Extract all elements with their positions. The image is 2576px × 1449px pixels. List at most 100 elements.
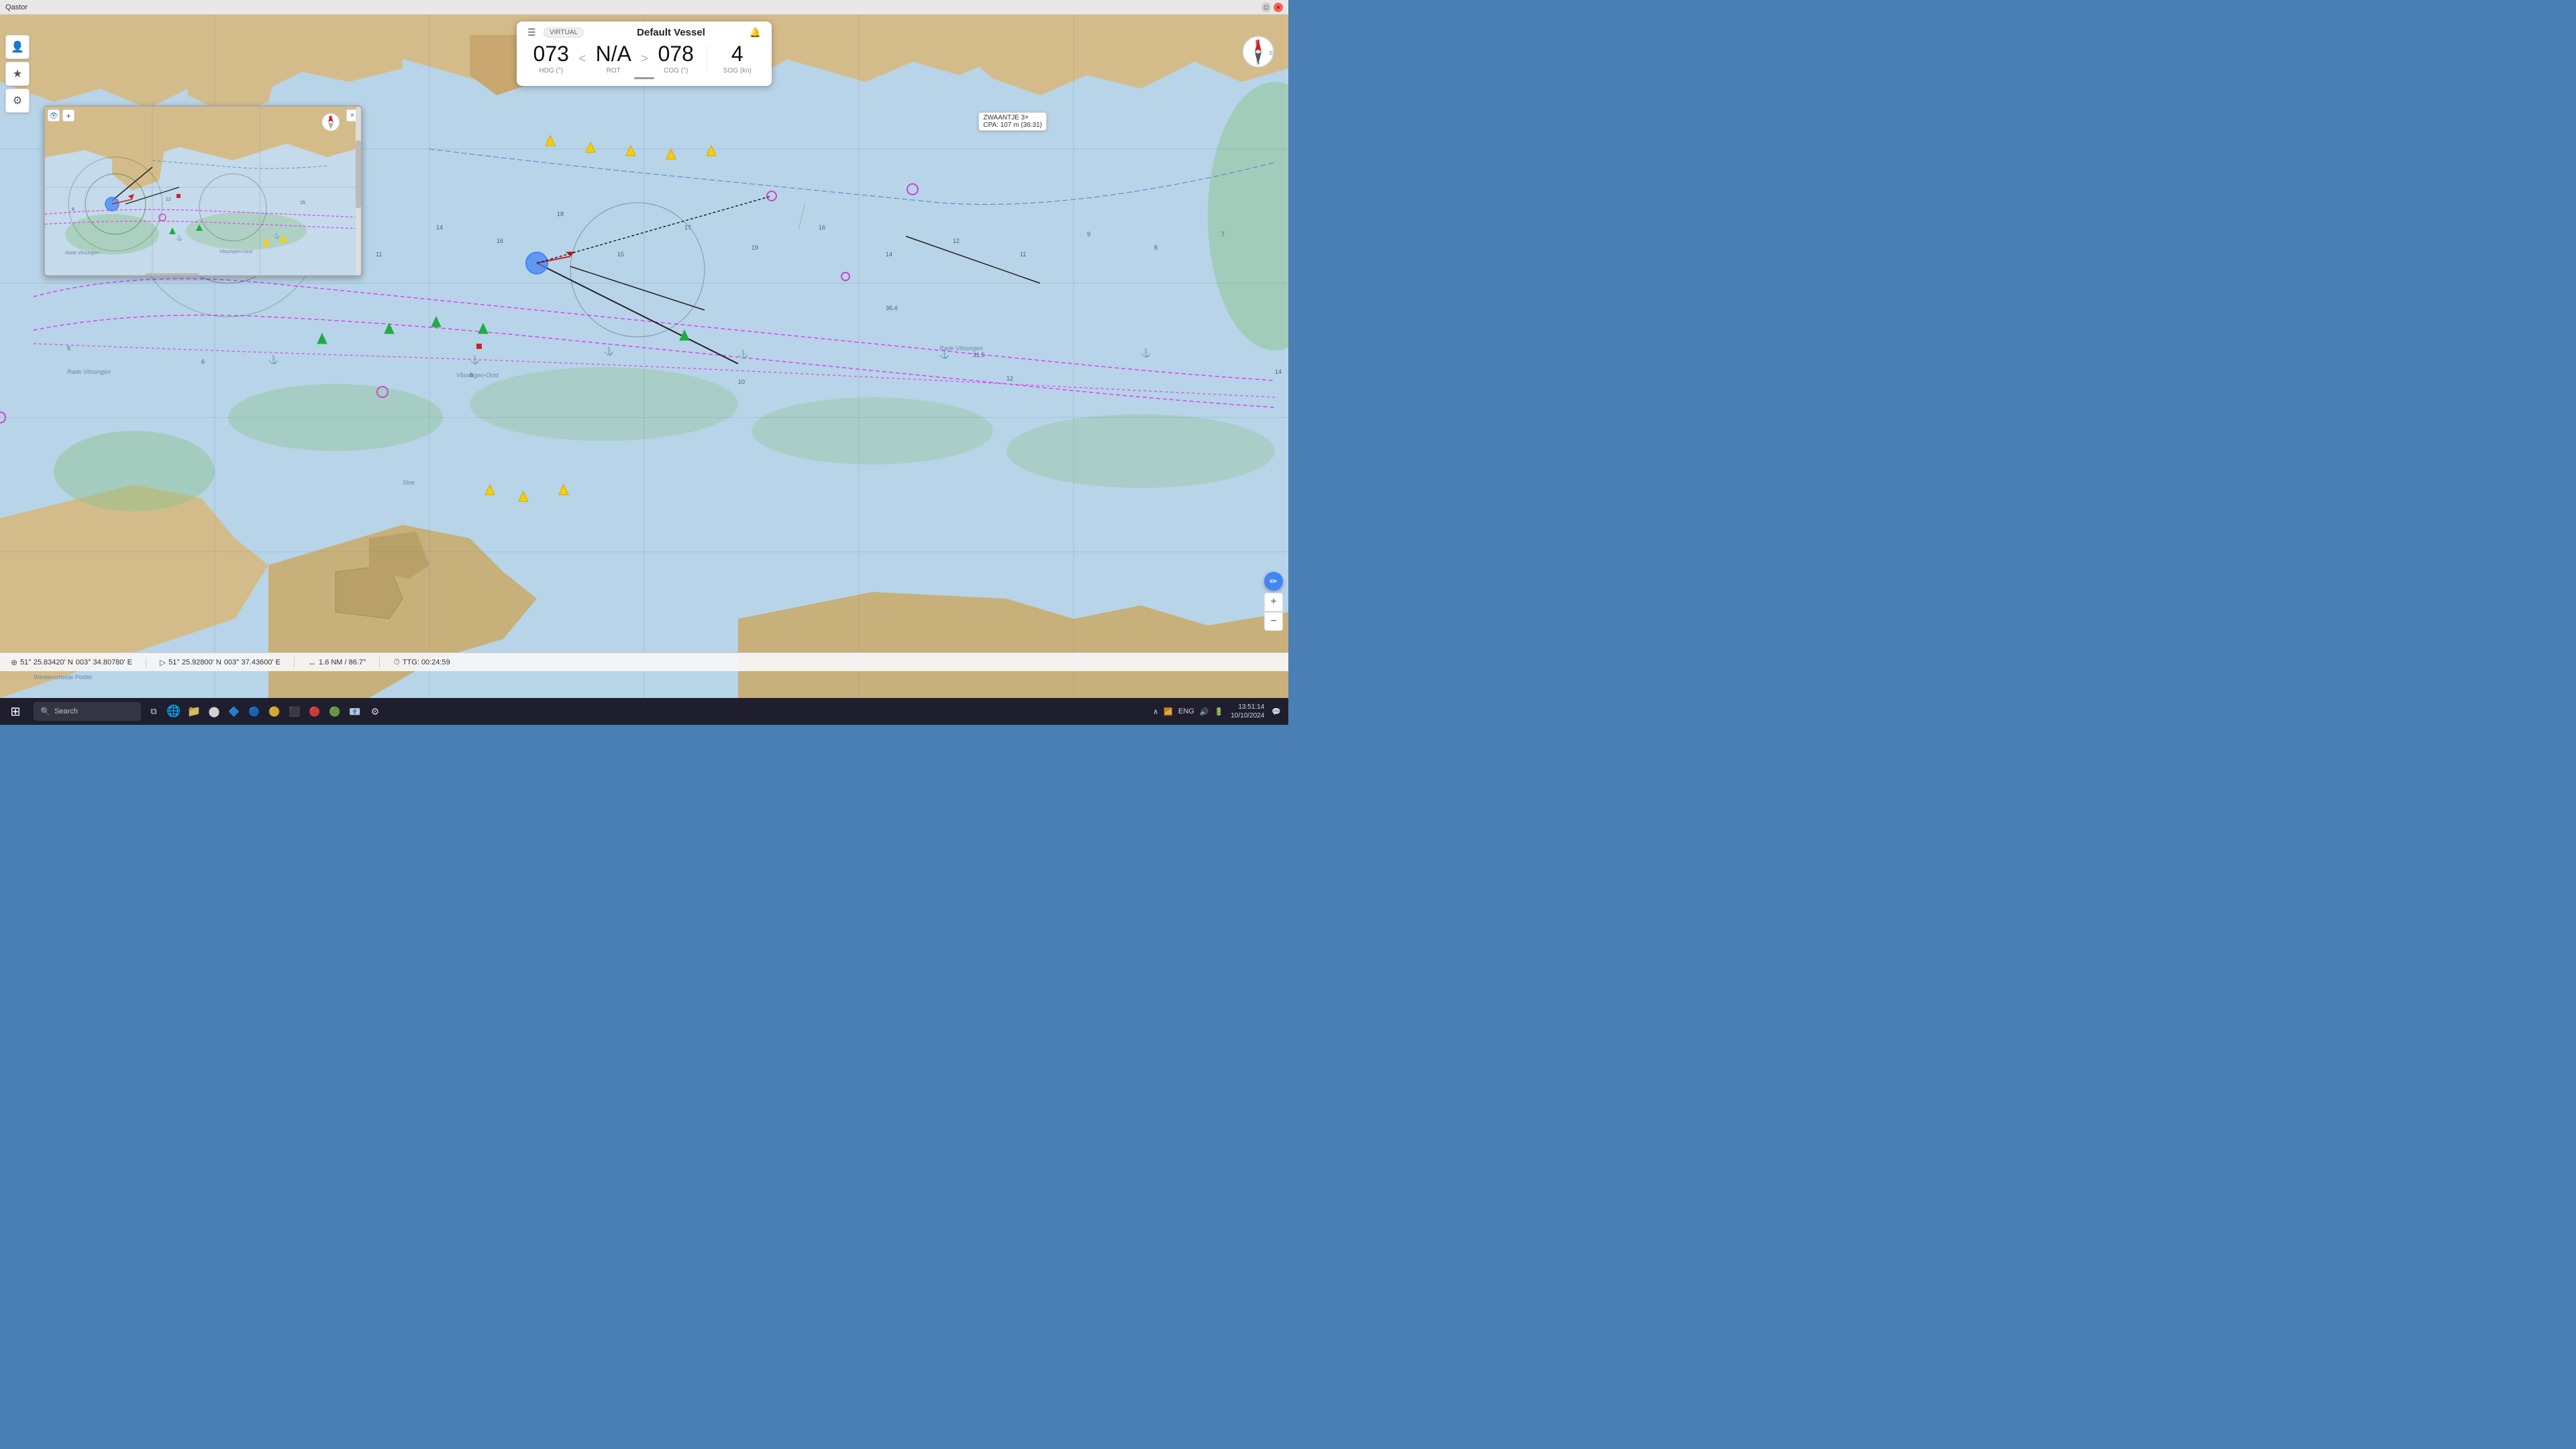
star-icon: ★ xyxy=(13,67,22,81)
status-divider2 xyxy=(294,657,295,668)
svg-text:5: 5 xyxy=(67,345,70,352)
search-icon: 🔍 xyxy=(40,707,50,716)
svg-text:15: 15 xyxy=(300,201,305,205)
left-scrollbar[interactable] xyxy=(0,15,5,698)
svg-text:E: E xyxy=(1270,50,1273,56)
svg-text:15: 15 xyxy=(617,251,624,258)
start-button[interactable]: ⊞ xyxy=(0,698,31,725)
svg-text:Rade Vlissingen: Rade Vlissingen xyxy=(67,368,111,375)
chrome-icon[interactable]: ⬤ xyxy=(204,698,224,725)
explorer-icon[interactable]: 📁 xyxy=(184,698,204,725)
status-divider3 xyxy=(379,657,380,668)
hdg-label: HDG (°) xyxy=(527,67,575,74)
svg-text:N: N xyxy=(329,116,332,121)
rot-value: N/A xyxy=(590,42,637,66)
zoom-controls: + − xyxy=(1264,593,1283,631)
taskbar-right: ∧ 📶 ENG 🔊 🔋 13:51:14 10/10/2024 💬 xyxy=(1145,703,1288,720)
rot-label: ROT xyxy=(590,67,637,74)
mini-map[interactable]: Rade Vlissingen Vlissingen-Oost ⚓ ⚓ 8 12… xyxy=(44,105,362,277)
vessel-indicator xyxy=(527,77,761,79)
svg-text:Rade Vlissingen: Rade Vlissingen xyxy=(65,251,99,256)
title-bar: Qastor □ × xyxy=(0,0,1288,15)
svg-text:36.4: 36.4 xyxy=(886,305,898,311)
svg-text:8: 8 xyxy=(470,372,473,379)
profile-button[interactable]: 👤 xyxy=(5,35,30,59)
settings-button[interactable]: ⚙ xyxy=(5,89,30,113)
zoom-in-button[interactable]: + xyxy=(1264,593,1283,611)
pos2-lon: 003° 37.43600' E xyxy=(224,658,280,666)
ttg-item: ⏱ TTG: 00:24:59 xyxy=(393,657,450,667)
app8-icon[interactable]: ⚙ xyxy=(365,698,385,725)
bell-icon[interactable]: 🔔 xyxy=(750,27,761,38)
taskbar-search[interactable]: 🔍 Search xyxy=(34,702,141,721)
position2-item: ▷ 51° 25.92800' N 003° 37.43600' E xyxy=(160,658,280,667)
mini-north-compass: N xyxy=(321,112,341,132)
taskview-icon[interactable]: ⧉ xyxy=(144,698,164,725)
app6-icon[interactable]: 🟢 xyxy=(325,698,345,725)
maximize-button[interactable]: □ xyxy=(1261,3,1271,12)
svg-text:12: 12 xyxy=(166,197,171,202)
lang-label[interactable]: ENG xyxy=(1176,707,1196,715)
vessel-title: Default Vessel xyxy=(581,27,761,38)
svg-text:⚓: ⚓ xyxy=(176,234,183,241)
app3-icon[interactable]: 🟡 xyxy=(264,698,285,725)
mini-map-scrollbar[interactable] xyxy=(356,107,361,275)
north-compass: N W E S xyxy=(1241,35,1275,75)
svg-text:12: 12 xyxy=(1007,375,1013,382)
cog-label: COG (°) xyxy=(652,67,700,74)
person-icon: 👤 xyxy=(11,40,24,54)
map-area[interactable]: ⚓ ⚓ ⚓ ⚓ ⚓ ⚓ 8 10 12 7 9 11 14 16 18 15 1… xyxy=(0,15,1288,698)
windows-icon: ⊞ xyxy=(10,705,20,719)
clock-time: 13:51:14 xyxy=(1231,703,1264,711)
target-icon: ▷ xyxy=(160,658,166,667)
svg-text:S: S xyxy=(1256,60,1259,66)
app4-icon[interactable]: ⬛ xyxy=(285,698,305,725)
notification-icon[interactable]: 💬 xyxy=(1270,707,1283,716)
svg-text:12: 12 xyxy=(953,238,960,244)
zoom-out-button[interactable]: − xyxy=(1264,612,1283,631)
svg-text:⚓: ⚓ xyxy=(604,346,614,356)
taskbar-clock[interactable]: 13:51:14 10/10/2024 xyxy=(1227,703,1268,720)
svg-text:9: 9 xyxy=(1087,231,1090,238)
sog-label: SOG (kn) xyxy=(714,67,762,74)
cog-stat: 078 COG (°) xyxy=(652,42,700,74)
status-bar: ⊕ 51° 25.83420' N 003° 34.80780' E ▷ 51°… xyxy=(0,652,1288,671)
ttg-icon: ⏱ xyxy=(393,657,399,667)
mini-map-zoom-button[interactable]: + xyxy=(62,109,74,121)
app-title: Qastor xyxy=(5,3,28,11)
menu-icon[interactable]: ☰ xyxy=(527,27,536,38)
edit-button[interactable]: ✏ xyxy=(1264,572,1283,591)
mini-map-eye-button[interactable]: 👁 xyxy=(48,109,60,121)
svg-text:11: 11 xyxy=(376,251,382,258)
speaker-icon[interactable]: 🔊 xyxy=(1198,707,1211,716)
pos1-lat: 51° 25.83420' N xyxy=(20,658,73,666)
vessel-header: ☰ VIRTUAL Default Vessel 🔔 xyxy=(527,27,761,38)
hdg-stat: 073 HDG (°) xyxy=(527,42,575,74)
close-button[interactable]: × xyxy=(1274,3,1283,12)
vessel-data: 073 HDG (°) < N/A ROT > 078 COG (°) 4 SO… xyxy=(527,42,761,74)
svg-text:⚓: ⚓ xyxy=(273,232,280,239)
favorites-button[interactable]: ★ xyxy=(5,62,30,86)
app2-icon[interactable]: 🔵 xyxy=(244,698,264,725)
taskview-symbol: ⧉ xyxy=(150,706,156,717)
svg-text:Vlissingen-Oost: Vlissingen-Oost xyxy=(456,372,499,379)
svg-text:11: 11 xyxy=(1020,251,1026,258)
svg-text:18: 18 xyxy=(557,211,564,217)
svg-text:31.5: 31.5 xyxy=(973,352,985,358)
battery-icon[interactable]: 🔋 xyxy=(1213,707,1226,716)
svg-text:Vlissingen-Oost: Vlissingen-Oost xyxy=(219,250,253,254)
sog-value: 4 xyxy=(714,42,762,66)
app1-icon[interactable]: 🔷 xyxy=(224,698,244,725)
svg-text:16: 16 xyxy=(497,238,503,244)
svg-text:8: 8 xyxy=(1154,244,1157,251)
virtual-badge: VIRTUAL xyxy=(544,28,584,38)
taskbar: ⊞ 🔍 Search ⧉ 🌐 📁 ⬤ 🔷 🔵 🟡 ⬛ 🔴 🟢 📧 ⚙ ∧ 📶 E… xyxy=(0,698,1288,725)
chevron-up-icon[interactable]: ∧ xyxy=(1151,707,1160,716)
ttg-value: TTG: 00:24:59 xyxy=(403,658,450,666)
hdg-value: 073 xyxy=(527,42,575,66)
svg-text:Westerschelde Polder: Westerschelde Polder xyxy=(34,674,93,681)
app5-icon[interactable]: 🔴 xyxy=(305,698,325,725)
edge-icon[interactable]: 🌐 xyxy=(164,698,184,725)
app7-icon[interactable]: 📧 xyxy=(345,698,365,725)
network-icon[interactable]: 📶 xyxy=(1162,707,1175,716)
